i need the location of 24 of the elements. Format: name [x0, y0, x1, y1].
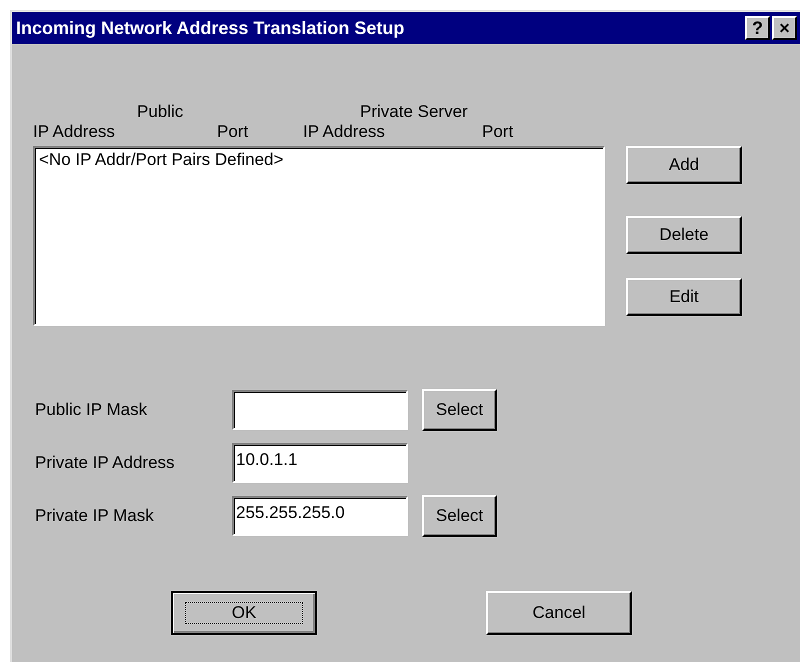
ok-button[interactable]: OK — [171, 591, 317, 635]
list-item: <No IP Addr/Port Pairs Defined> — [39, 150, 284, 170]
window-title: Incoming Network Address Translation Setup — [16, 18, 404, 38]
select-button[interactable]: Select — [422, 495, 497, 537]
list-action-button[interactable]: Delete — [626, 216, 742, 254]
list-box[interactable]: <No IP Addr/Port Pairs Defined> — [33, 146, 605, 326]
close-button[interactable]: × — [772, 16, 797, 40]
column-header: Port — [217, 122, 248, 142]
list-action-button[interactable]: Add — [626, 146, 742, 184]
input-field[interactable]: 10.0.1.1 — [232, 443, 408, 483]
field-label: Public IP Mask — [34, 400, 148, 420]
list-action-button[interactable]: Edit — [626, 278, 742, 316]
column-header: IP Address — [33, 122, 115, 142]
input-field[interactable]: 255.255.255.0 — [232, 496, 408, 536]
input-field[interactable] — [232, 390, 408, 430]
column-group-label: Private Server — [360, 102, 468, 122]
cancel-button[interactable]: Cancel — [486, 591, 632, 635]
field-label: Private IP Address — [34, 453, 176, 473]
help-button[interactable]: ? — [745, 16, 770, 40]
select-button[interactable]: Select — [422, 389, 497, 431]
column-header: Port — [482, 122, 514, 142]
column-group-label: Public — [137, 102, 184, 122]
field-label: Private IP Mask — [34, 506, 155, 526]
column-header: IP Address — [303, 122, 385, 142]
